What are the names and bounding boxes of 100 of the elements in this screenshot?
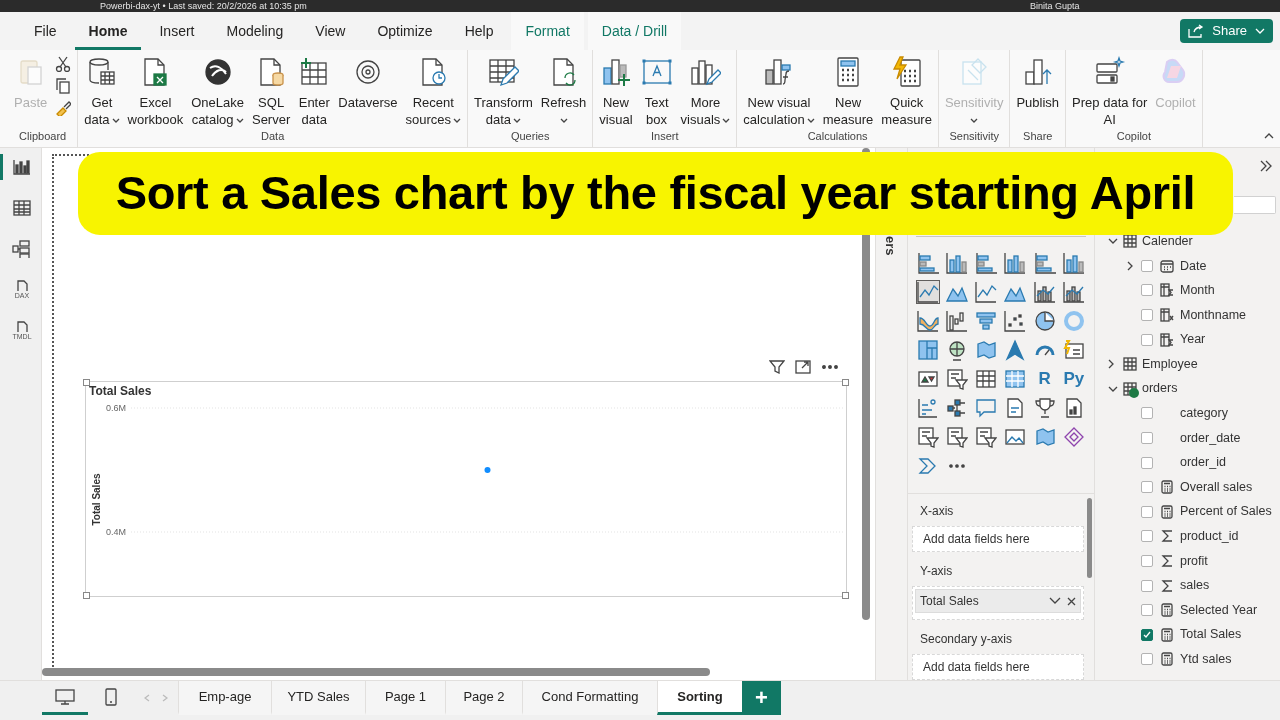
- checkbox[interactable]: [1141, 628, 1153, 641]
- checkbox[interactable]: [1141, 481, 1153, 494]
- ribbon-button[interactable]: Text box: [636, 56, 677, 128]
- menu-tab[interactable]: Optimize: [363, 12, 447, 50]
- page-tab[interactable]: Page 2: [445, 681, 522, 715]
- checkbox[interactable]: [1141, 432, 1153, 445]
- search-field[interactable]: [1234, 196, 1276, 214]
- checkbox[interactable]: [1141, 333, 1153, 346]
- visual-type-button[interactable]: R: [1032, 367, 1057, 391]
- resize-handle[interactable]: [83, 592, 90, 599]
- field-name[interactable]: Percent of Sales: [1180, 502, 1272, 522]
- menu-tab[interactable]: View: [301, 12, 360, 50]
- checkbox[interactable]: [1141, 579, 1153, 592]
- visual-type-button[interactable]: [1061, 280, 1086, 304]
- field-name[interactable]: Monthname: [1180, 305, 1246, 325]
- visual-type-button[interactable]: [945, 425, 970, 449]
- tree-toggle[interactable]: [1108, 238, 1120, 245]
- checkbox[interactable]: [1141, 456, 1153, 469]
- page-tab[interactable]: YTD Sales: [271, 681, 365, 715]
- checkbox[interactable]: [1141, 407, 1153, 420]
- field-name[interactable]: sales: [1180, 576, 1210, 595]
- table-name[interactable]: Employee: [1142, 354, 1198, 374]
- visual-type-button[interactable]: [1061, 251, 1086, 275]
- field-name[interactable]: product_id: [1180, 527, 1239, 546]
- ribbon-button[interactable]: Transform data: [470, 56, 537, 128]
- visual-type-button[interactable]: [974, 251, 999, 275]
- field-name[interactable]: profit: [1180, 551, 1208, 571]
- ribbon-button[interactable]: Publish: [1012, 56, 1064, 111]
- checkbox[interactable]: [1141, 555, 1153, 567]
- page-tab[interactable]: Emp-age: [178, 681, 271, 715]
- field-name[interactable]: Year: [1180, 330, 1206, 350]
- page-tab[interactable]: Cond Formatting: [522, 681, 657, 715]
- ribbon-button[interactable]: More visuals: [676, 56, 735, 128]
- menu-tab[interactable]: Help: [450, 12, 508, 50]
- ribbon-button[interactable]: Dataverse: [334, 56, 402, 111]
- ribbon-button[interactable]: Recent sources: [401, 56, 466, 128]
- field-name[interactable]: Date: [1180, 256, 1207, 276]
- visual-type-button[interactable]: [916, 251, 940, 275]
- visual-type-button[interactable]: [1032, 251, 1057, 275]
- ribbon-button[interactable]: New visual calculation: [739, 56, 819, 128]
- visual-type-button[interactable]: [1032, 280, 1057, 304]
- visual-type-button[interactable]: [974, 280, 999, 304]
- ribbon-button[interactable]: Prep data for AI: [1068, 56, 1152, 128]
- drop-field[interactable]: Add data fields here: [912, 526, 1084, 552]
- ribbon-button[interactable]: Excel workbook: [123, 56, 188, 128]
- visual-type-button[interactable]: [974, 367, 999, 391]
- menu-tab[interactable]: File: [20, 12, 71, 50]
- visual-type-button[interactable]: [916, 309, 940, 333]
- visual-type-button[interactable]: [1003, 251, 1028, 275]
- checkbox[interactable]: [1141, 530, 1153, 543]
- visual-type-button[interactable]: [945, 367, 970, 391]
- visual-type-button[interactable]: [945, 309, 970, 333]
- visual-type-button[interactable]: [1032, 309, 1057, 333]
- share-button[interactable]: Share: [1180, 19, 1273, 43]
- field-name[interactable]: Total Sales: [1180, 625, 1242, 645]
- field-name[interactable]: category: [1180, 404, 1228, 423]
- pane-scrollbar[interactable]: [1087, 498, 1092, 578]
- line-chart[interactable]: Total Sales Total Sales 0.6M 0.4M: [85, 381, 847, 597]
- menu-tab[interactable]: Format: [511, 12, 584, 50]
- checkbox[interactable]: [1141, 653, 1153, 666]
- checkbox[interactable]: [1141, 309, 1153, 322]
- field-name[interactable]: Overall sales: [1180, 477, 1253, 497]
- visual-type-button[interactable]: [1061, 338, 1086, 362]
- ribbon-button[interactable]: SQL Server: [247, 56, 295, 128]
- ribbon-button[interactable]: OneLake catalog: [187, 56, 248, 128]
- resize-handle[interactable]: [842, 379, 849, 386]
- ribbon-button[interactable]: New visual: [595, 56, 637, 128]
- visual-type-button[interactable]: [974, 425, 999, 449]
- ribbon-button[interactable]: Refresh: [536, 56, 591, 128]
- visual-type-button[interactable]: [916, 425, 940, 449]
- visual-type-button[interactable]: [916, 396, 940, 420]
- checkbox[interactable]: [1141, 505, 1153, 518]
- visual-type-button[interactable]: [1032, 396, 1057, 420]
- filters-pane-label[interactable]: ers: [880, 236, 900, 256]
- ribbon-button[interactable]: New measure: [818, 56, 878, 128]
- visual-type-button[interactable]: [1003, 309, 1028, 333]
- checkbox[interactable]: [1141, 604, 1153, 617]
- page-tab[interactable]: Page 1: [365, 681, 445, 715]
- menu-tab[interactable]: Data / Drill: [587, 12, 682, 50]
- visual-type-button[interactable]: [916, 280, 940, 304]
- tree-toggle[interactable]: [1108, 385, 1120, 392]
- menu-tab[interactable]: Insert: [145, 12, 209, 50]
- add-page-button[interactable]: +: [742, 681, 781, 715]
- field-name[interactable]: Ytd sales: [1180, 650, 1232, 669]
- page-tab[interactable]: Sorting: [657, 681, 742, 715]
- field-name[interactable]: Selected Year: [1180, 600, 1258, 620]
- field-name[interactable]: order_id: [1180, 453, 1226, 472]
- drop-field[interactable]: Add data fields here: [912, 654, 1084, 680]
- horizontal-scrollbar[interactable]: [42, 668, 710, 676]
- ribbon-button[interactable]: Get data: [80, 56, 124, 128]
- visual-type-button[interactable]: Py: [1061, 367, 1086, 391]
- menu-tab[interactable]: Modeling: [212, 12, 298, 50]
- visual-type-button[interactable]: [945, 251, 970, 275]
- checkbox[interactable]: [1141, 284, 1153, 297]
- checkbox[interactable]: [1141, 259, 1153, 272]
- table-name[interactable]: Calender: [1142, 231, 1193, 251]
- ribbon-button[interactable]: Enter data: [294, 56, 335, 128]
- table-name[interactable]: orders: [1142, 379, 1178, 399]
- field-name[interactable]: Month: [1180, 281, 1215, 300]
- field-name[interactable]: order_date: [1180, 428, 1241, 448]
